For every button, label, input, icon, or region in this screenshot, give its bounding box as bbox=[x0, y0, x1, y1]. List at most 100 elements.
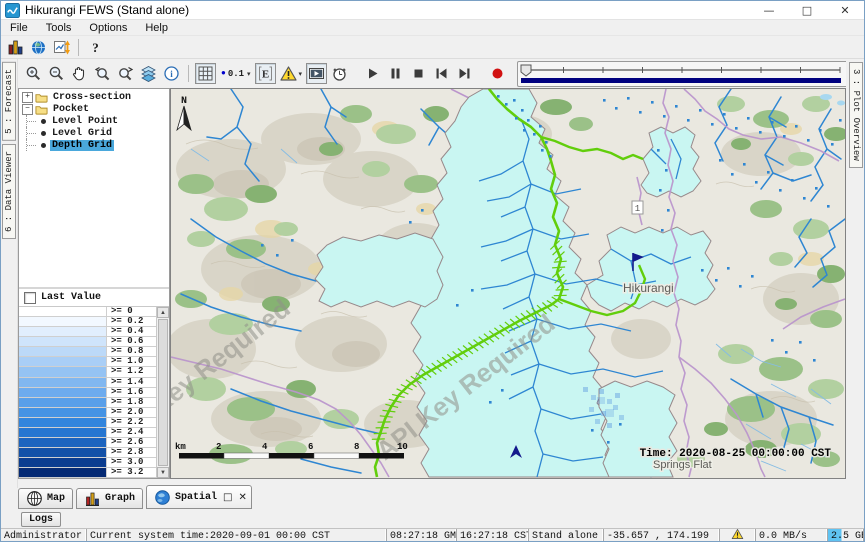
last-value-checkbox[interactable] bbox=[24, 292, 36, 304]
warning-icon[interactable] bbox=[731, 529, 744, 542]
animation-button[interactable] bbox=[306, 63, 327, 84]
maximize-button[interactable]: □ bbox=[788, 1, 826, 19]
tree-label: Level Point bbox=[50, 116, 120, 127]
tree-connector bbox=[26, 115, 41, 127]
timeline-slider[interactable] bbox=[517, 61, 849, 87]
left-tab-strip: 5 : Forecast 6 : Data Viewer bbox=[1, 59, 18, 488]
status-cell-7: 0.0 MB/s bbox=[756, 529, 828, 542]
side-tab-forecast[interactable]: 5 : Forecast bbox=[2, 62, 16, 141]
thresholds-button[interactable]: ▾ bbox=[278, 63, 305, 84]
tab-spatial[interactable]: Spatial□✕ bbox=[146, 485, 252, 509]
layers-icon bbox=[140, 65, 157, 82]
label-editor-button[interactable]: E bbox=[255, 63, 276, 84]
legend-threshold-label: >= 1.4 bbox=[107, 378, 143, 387]
timeline-thumb[interactable] bbox=[521, 65, 531, 76]
pause-icon bbox=[387, 65, 404, 82]
record-button[interactable] bbox=[487, 63, 508, 84]
wire-globe-icon bbox=[26, 490, 43, 507]
legend-threshold-label: >= 1.8 bbox=[107, 398, 143, 407]
app-icon bbox=[5, 3, 20, 18]
tab-map[interactable]: Map bbox=[18, 488, 73, 509]
legend-threshold-label: >= 0 bbox=[107, 307, 133, 316]
zoom-previous-button[interactable] bbox=[92, 63, 113, 84]
close-button[interactable]: ✕ bbox=[826, 1, 864, 19]
minimize-button[interactable]: — bbox=[750, 1, 788, 19]
menu-file[interactable]: File bbox=[1, 20, 37, 35]
interval-timer-button[interactable] bbox=[329, 63, 350, 84]
expand-toggle-icon[interactable]: + bbox=[22, 92, 33, 103]
tab-restore-icon[interactable]: □ bbox=[223, 492, 232, 503]
tab-graph[interactable]: Graph bbox=[76, 488, 143, 509]
step-end-button[interactable] bbox=[454, 63, 475, 84]
legend-threshold-label: >= 0.8 bbox=[107, 347, 143, 356]
legend-header: Last Value bbox=[19, 289, 169, 307]
layers-button[interactable] bbox=[138, 63, 159, 84]
timeline-availability-bar bbox=[521, 78, 841, 83]
svg-text:Springs Flat: Springs Flat bbox=[653, 459, 712, 471]
legend-threshold-label: >= 2.0 bbox=[107, 408, 143, 417]
pause-button[interactable] bbox=[385, 63, 406, 84]
chart-export-button[interactable] bbox=[51, 37, 72, 58]
display-scale-button[interactable]: ●0.1▾ bbox=[218, 63, 253, 84]
globe-blue-icon bbox=[154, 489, 171, 506]
legend-threshold-label: >= 1.6 bbox=[107, 388, 143, 397]
bar-chart-icon bbox=[84, 490, 101, 507]
tree-connector bbox=[26, 127, 41, 139]
svg-text:Hikurangi: Hikurangi bbox=[623, 281, 674, 295]
map-view[interactable]: 1 bbox=[170, 88, 846, 479]
map-globe-button[interactable] bbox=[28, 37, 49, 58]
help-button[interactable]: ? bbox=[85, 37, 106, 58]
info-button[interactable]: i bbox=[161, 63, 182, 84]
legend-threshold-label: >= 1.0 bbox=[107, 357, 143, 366]
grid-button[interactable] bbox=[195, 63, 216, 84]
tree-node-pocket[interactable]: −Pocket bbox=[19, 103, 169, 115]
tree-node-cross-section[interactable]: +Cross-section bbox=[19, 91, 169, 103]
tree-leaf-depth-grid[interactable]: Depth Grid bbox=[19, 139, 169, 151]
pan-button[interactable] bbox=[69, 63, 90, 84]
stop-button[interactable] bbox=[408, 63, 429, 84]
scrollbar-thumb[interactable] bbox=[158, 319, 168, 466]
window-title: Hikurangi FEWS (Stand alone) bbox=[25, 3, 189, 17]
status-cell-2: 08:27:18 GMT bbox=[387, 529, 457, 542]
scale-value: 0.1 bbox=[228, 69, 244, 79]
menu-tools[interactable]: Tools bbox=[37, 20, 81, 35]
side-tab-plot-overview[interactable]: 3 : Plot Overview bbox=[849, 62, 863, 168]
bottom-tab-bar: MapGraphSpatial□✕ bbox=[18, 485, 255, 509]
legend-color-swatch bbox=[19, 307, 107, 316]
scroll-up-icon[interactable]: ▲ bbox=[157, 307, 169, 318]
status-cell-5: -35.657 , 174.199 bbox=[604, 529, 720, 542]
svg-text:2: 2 bbox=[216, 442, 221, 452]
tree-leaf-level-grid[interactable]: Level Grid bbox=[19, 127, 169, 139]
logs-button[interactable]: Logs bbox=[21, 512, 61, 527]
zoom-next-button[interactable] bbox=[115, 63, 136, 84]
legend-color-swatch bbox=[19, 438, 107, 447]
side-tab-viewer[interactable]: 6 : Data Viewer bbox=[2, 144, 16, 239]
status-cell-1: Current system time:2020-09-01 00:00 CST bbox=[87, 529, 387, 542]
menu-help[interactable]: Help bbox=[136, 20, 177, 35]
legend-color-swatch bbox=[19, 408, 107, 417]
zoom-in-button[interactable] bbox=[23, 63, 44, 84]
legend-row[interactable]: >= 3.2 bbox=[19, 468, 156, 478]
zoom-out-button[interactable] bbox=[46, 63, 67, 84]
legend-color-swatch bbox=[19, 347, 107, 356]
legend-scrollbar[interactable]: ▲ ▼ bbox=[156, 307, 169, 478]
scroll-down-icon[interactable]: ▼ bbox=[157, 467, 169, 478]
map-time-overlay: Time: 2020-08-25 00:00:00 CST bbox=[640, 448, 832, 460]
tree-leaf-level-point[interactable]: Level Point bbox=[19, 115, 169, 127]
step-end-icon bbox=[456, 65, 473, 82]
tab-close-icon[interactable]: ✕ bbox=[239, 492, 247, 503]
help-icon: ? bbox=[87, 39, 104, 56]
step-start-button[interactable] bbox=[431, 63, 452, 84]
zoom-in-icon bbox=[25, 65, 42, 82]
svg-text:10: 10 bbox=[397, 442, 408, 452]
legend-body: >= 0>= 0.2>= 0.4>= 0.6>= 0.8>= 1.0>= 1.2… bbox=[19, 307, 169, 478]
tab-label: Map bbox=[47, 493, 65, 504]
record-icon bbox=[489, 65, 506, 82]
timer-icon bbox=[331, 65, 348, 82]
menu-options[interactable]: Options bbox=[80, 20, 136, 35]
right-tab-strip: 3 : Plot Overview bbox=[846, 59, 865, 479]
expand-toggle-icon[interactable]: − bbox=[22, 104, 33, 115]
legend-panel: Last Value >= 0>= 0.2>= 0.4>= 0.6>= 0.8>… bbox=[19, 289, 169, 478]
database-button[interactable] bbox=[5, 37, 26, 58]
play-button[interactable] bbox=[362, 63, 383, 84]
